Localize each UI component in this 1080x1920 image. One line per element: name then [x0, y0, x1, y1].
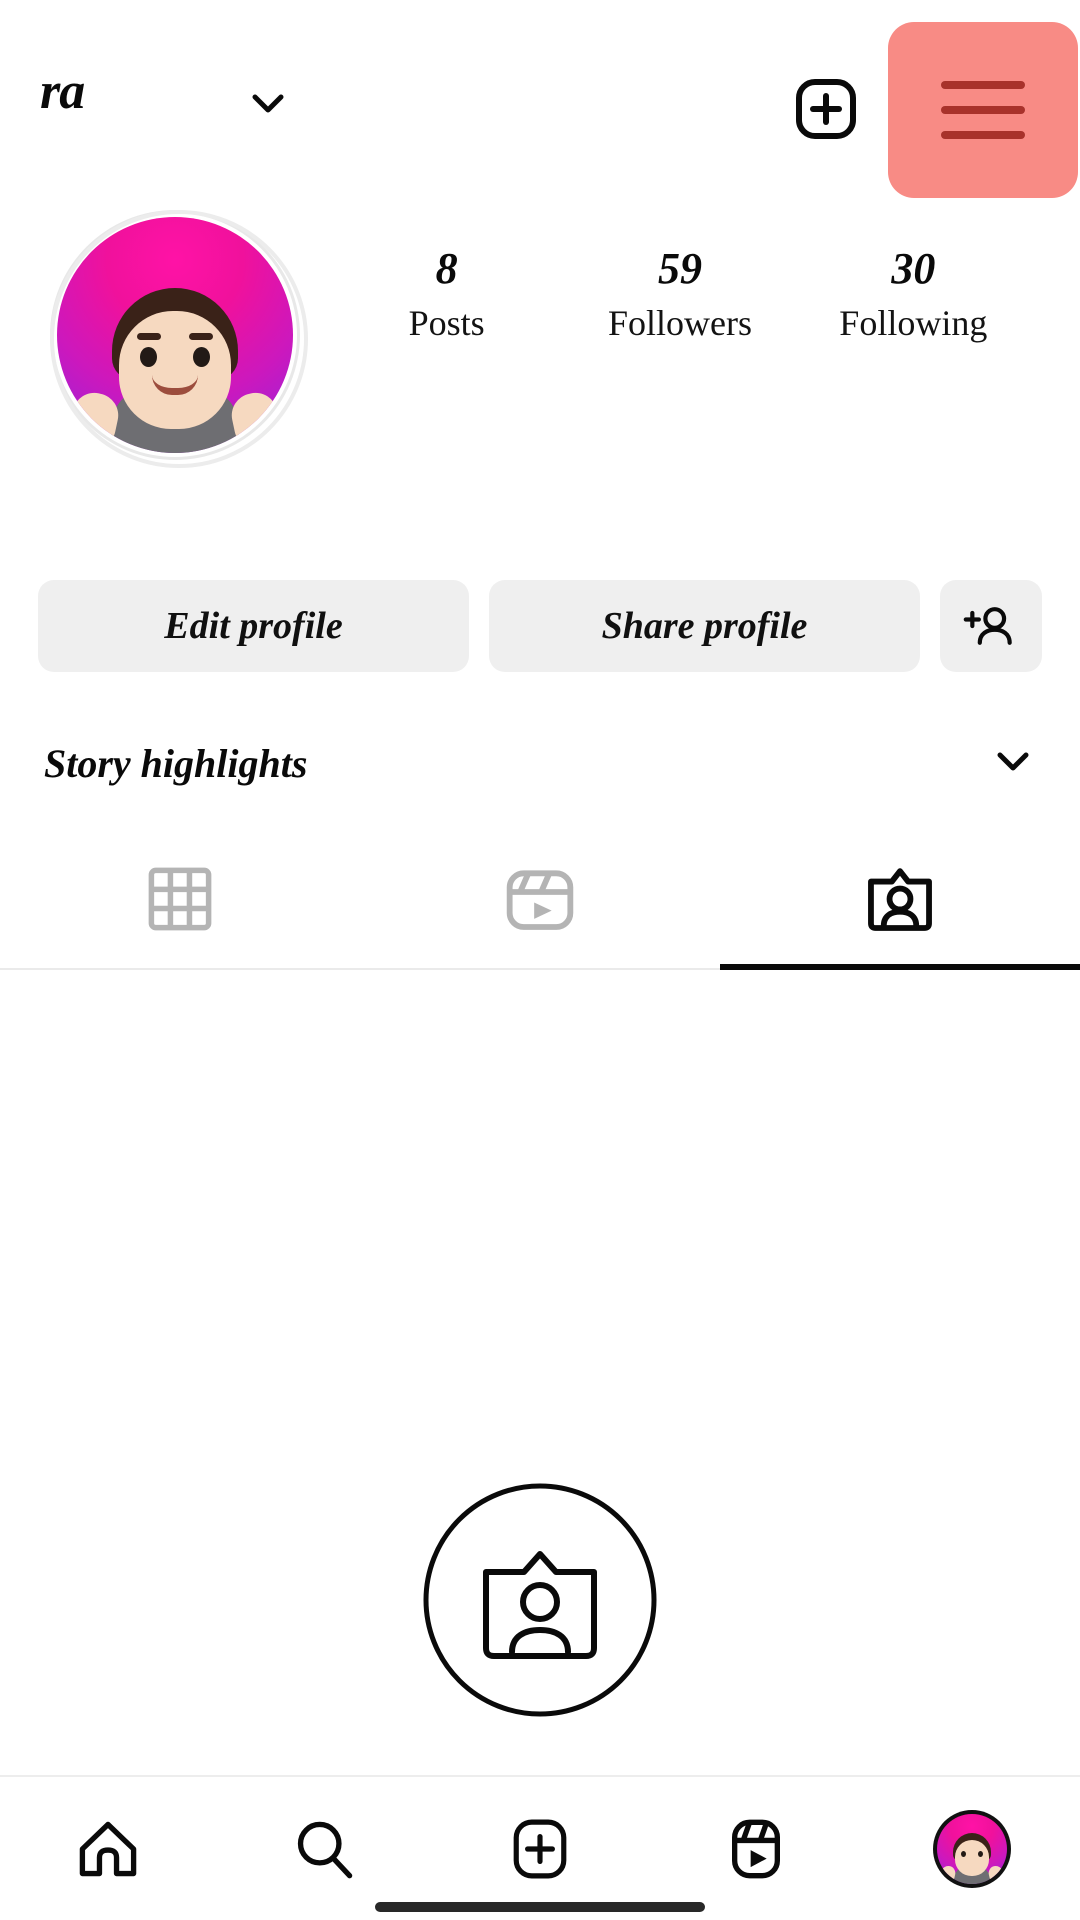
add-person-icon: [963, 607, 1012, 645]
profile-tabs: [0, 830, 1080, 970]
stats-row: 8 Posts 59 Followers 30 Following: [330, 243, 1030, 344]
plus-square-icon: [513, 1819, 567, 1878]
story-highlights-title: Story highlights: [44, 740, 308, 786]
tab-reels[interactable]: [360, 830, 720, 968]
stat-posts-value: 8: [435, 244, 458, 293]
chevron-down-icon[interactable]: [245, 80, 291, 126]
share-profile-button[interactable]: Share profile: [489, 580, 920, 672]
hamburger-menu-button[interactable]: [888, 22, 1078, 198]
stat-followers-label: Followers: [607, 302, 752, 343]
nav-search[interactable]: [249, 1817, 399, 1881]
stat-posts[interactable]: 8 Posts: [347, 243, 547, 344]
stat-posts-label: Posts: [408, 302, 485, 343]
search-icon: [297, 1821, 353, 1878]
profile-avatar-icon: [933, 1809, 1011, 1888]
chevron-down-icon[interactable]: [990, 738, 1036, 789]
stat-followers[interactable]: 59 Followers: [580, 243, 780, 344]
bottom-navigation: [0, 1775, 1080, 1920]
home-icon: [79, 1821, 137, 1876]
add-person-button[interactable]: [940, 580, 1042, 672]
stat-followers-value: 59: [657, 244, 702, 293]
avatar-image: [57, 217, 293, 453]
username-label: ra: [40, 63, 85, 120]
stat-following[interactable]: 30 Following: [813, 243, 1013, 344]
avatar[interactable]: [50, 210, 308, 468]
tab-tagged[interactable]: [720, 830, 1080, 970]
reels-icon: [506, 870, 574, 930]
stat-following-label: Following: [839, 302, 988, 343]
instagram-profile-screen: ra 8 Posts 59 Followers 30 Following Edi…: [0, 0, 1080, 1920]
nav-create[interactable]: [465, 1818, 615, 1880]
header: ra: [0, 0, 1080, 200]
grid-icon: [148, 867, 212, 931]
tagged-icon: [868, 868, 932, 931]
username-button[interactable]: ra: [40, 62, 84, 121]
hamburger-menu-icon: [941, 81, 1025, 139]
story-highlights-row[interactable]: Story highlights: [0, 718, 1080, 808]
edit-profile-button[interactable]: Edit profile: [38, 580, 469, 672]
create-post-button[interactable]: [795, 78, 857, 140]
profile-actions: Edit profile Share profile: [0, 580, 1080, 690]
profile-summary: 8 Posts 59 Followers 30 Following: [0, 205, 1080, 468]
nav-home[interactable]: [33, 1817, 183, 1881]
tab-grid[interactable]: [0, 830, 360, 968]
empty-state: [0, 1480, 1080, 1720]
home-indicator: [375, 1902, 705, 1912]
nav-reels[interactable]: [681, 1817, 831, 1881]
stat-following-value: 30: [891, 244, 936, 293]
nav-profile[interactable]: [897, 1809, 1047, 1888]
tagged-photos-empty-icon: [423, 1483, 657, 1717]
reels-icon: [732, 1819, 780, 1878]
